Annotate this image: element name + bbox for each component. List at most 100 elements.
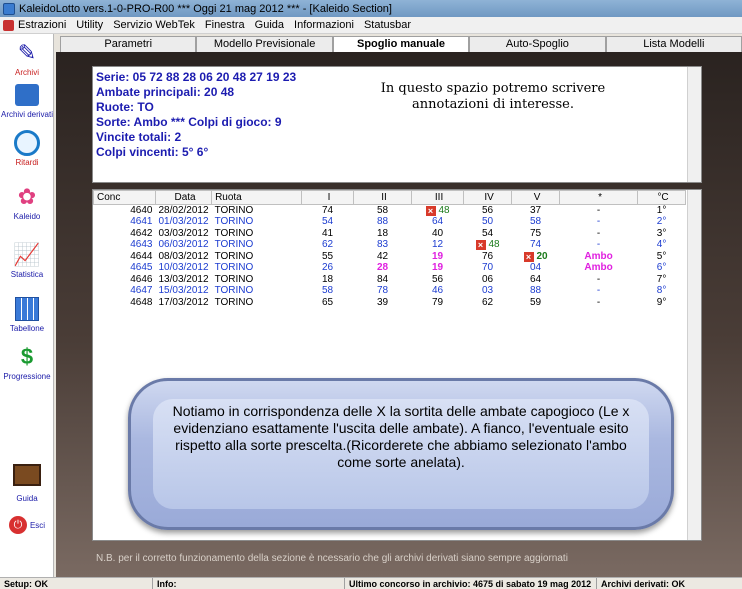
table-row[interactable]: 4642 03/03/2012 TORINO 41 18 40 54 75 - 3° <box>94 228 686 240</box>
tool-guida[interactable]: Guida <box>0 462 54 503</box>
cell-value: 18 <box>377 227 389 239</box>
menu-utility[interactable]: Utility <box>72 19 109 31</box>
cell-value: 03 <box>482 285 494 297</box>
tool-archivi-derivati[interactable]: Archivi derivati <box>0 82 54 119</box>
tool-guida-label: Guida <box>16 494 38 503</box>
cell-esito: - <box>560 205 638 216</box>
cell-data: 01/03/2012 <box>156 216 212 228</box>
cell-value: 54 <box>482 227 494 239</box>
menu-informazioni[interactable]: Informazioni <box>290 19 360 31</box>
cell-value: 17/03/2012 <box>158 296 209 308</box>
col-ii[interactable]: II <box>353 190 413 205</box>
cell-n2: 83 <box>354 239 412 251</box>
col-ruota[interactable]: Ruota <box>211 190 303 205</box>
grid-icon <box>13 296 41 322</box>
cell-value: 4645 <box>130 262 153 274</box>
menu-statusbar[interactable]: Statusbar <box>360 19 417 31</box>
cell-value: 4646 <box>130 273 153 285</box>
menu-guida[interactable]: Guida <box>251 19 290 31</box>
tool-progressione[interactable]: $ Progressione <box>0 344 54 381</box>
col-colpo[interactable]: °C <box>637 190 687 205</box>
notes-scrollbar[interactable] <box>687 67 701 182</box>
cell-n1: 55 <box>302 251 354 263</box>
cell-value: TORINO <box>214 296 254 308</box>
cell-n1: 74 <box>302 205 354 216</box>
cell-value: - <box>596 285 601 297</box>
table-row[interactable]: 4644 08/03/2012 TORINO 55 42 19 76 × 20 Ambo 5° <box>94 251 686 263</box>
tool-archivi-derivati-label: Archivi derivati <box>0 110 53 119</box>
cell-value: TORINO <box>214 205 254 216</box>
tool-tabellone[interactable]: Tabellone <box>0 296 54 333</box>
tab-parametri[interactable]: Parametri <box>60 36 197 52</box>
tab-lista-modelli[interactable]: Lista Modelli <box>605 36 742 52</box>
menu-finestra[interactable]: Finestra <box>201 19 251 31</box>
app-menu-icon[interactable] <box>3 19 14 31</box>
col-conc[interactable]: Conc <box>93 190 156 205</box>
title-bar: KaleidoLotto vers.1-0-PRO-R00 *** Oggi 2… <box>0 0 742 17</box>
cell-n2: 84 <box>354 274 412 286</box>
cell-n3: 46 <box>412 285 464 297</box>
cell-value: - <box>596 239 601 251</box>
cell-esito: - <box>560 228 638 240</box>
cell-conc: 4647 <box>94 285 156 297</box>
cell-n5: 75 <box>512 228 560 240</box>
cell-value: 12 <box>432 239 444 251</box>
table-row[interactable]: 4648 17/03/2012 TORINO 65 39 79 62 59 - 9° <box>94 297 686 309</box>
tool-esci[interactable]: ⏻ Esci <box>0 516 54 534</box>
table-row[interactable]: 4645 10/03/2012 TORINO 26 28 19 70 04 Ambo 6° <box>94 262 686 274</box>
cell-n4: 54 <box>464 228 512 240</box>
cell-esito: - <box>560 216 638 228</box>
col-data[interactable]: Data <box>154 190 213 205</box>
col-iv[interactable]: IV <box>463 190 513 205</box>
table-row[interactable]: 4646 13/03/2012 TORINO 18 84 56 06 64 - 7° <box>94 274 686 286</box>
tool-statistica[interactable]: 📈 Statistica <box>0 242 54 279</box>
cell-n3: 79 <box>412 297 464 309</box>
cell-n5: 04 <box>512 262 560 274</box>
cell-value: 41 <box>322 227 334 239</box>
cell-n2: 58 <box>354 205 412 216</box>
cell-value: TORINO <box>214 285 254 297</box>
status-bar: Setup: OK Info: Ultimo concorso in archi… <box>0 577 742 589</box>
status-derivati: Archivi derivati: OK <box>596 578 685 589</box>
tool-archivi[interactable]: ✎ Archivi <box>0 40 54 77</box>
cell-colpo: 3° <box>638 228 686 240</box>
grid-scrollbar[interactable] <box>687 190 701 540</box>
tool-kaleido[interactable]: ✿ Kaleido <box>0 184 54 221</box>
tab-auto-spoglio[interactable]: Auto-Spoglio <box>469 36 606 52</box>
table-row[interactable]: 4643 06/03/2012 TORINO 62 83 12 × 48 74 - 4° <box>94 239 686 251</box>
cell-value: - <box>596 216 601 228</box>
cell-n1: 26 <box>302 262 354 274</box>
cell-value: 6° <box>656 262 667 274</box>
table-row[interactable]: 4641 01/03/2012 TORINO 54 88 64 50 58 - 2° <box>94 216 686 228</box>
cell-n2: 78 <box>354 285 412 297</box>
app-icon <box>3 2 15 15</box>
cell-value: - <box>596 205 601 216</box>
chart-icon: 📈 <box>13 242 41 267</box>
table-row[interactable]: 4647 15/03/2012 TORINO 58 78 46 03 88 - 8° <box>94 285 686 297</box>
cell-value: 64 <box>432 216 444 228</box>
annotation-line-2: annotazioni di interesse. <box>412 97 574 112</box>
cell-n1: 65 <box>302 297 354 309</box>
menu-servizio-webtek[interactable]: Servizio WebTek <box>109 19 201 31</box>
cell-colpo: 7° <box>638 274 686 286</box>
col-i[interactable]: I <box>301 190 355 205</box>
cell-value: TORINO <box>214 227 254 239</box>
col-iii[interactable]: III <box>411 190 465 205</box>
tab-spoglio-manuale[interactable]: Spoglio manuale <box>332 36 470 52</box>
table-row[interactable]: 4640 28/02/2012 TORINO 74 58 × 48 56 37 - 1° <box>94 205 686 216</box>
tool-ritardi[interactable]: Ritardi <box>0 130 54 167</box>
cell-value: 62 <box>322 239 334 251</box>
cell-colpo: 4° <box>638 239 686 251</box>
cell-n5: 88 <box>512 285 560 297</box>
cell-value: Ambo <box>584 250 613 262</box>
cell-n1: 41 <box>302 228 354 240</box>
col-esito[interactable]: * <box>559 190 639 205</box>
cell-n3: 40 <box>412 228 464 240</box>
tab-modello-previsionale[interactable]: Modello Previsionale <box>196 36 333 52</box>
cell-value: 48 <box>488 239 500 251</box>
cell-value: 2° <box>656 216 667 228</box>
menu-estrazioni[interactable]: Estrazioni <box>14 19 72 31</box>
col-v[interactable]: V <box>511 190 561 205</box>
cell-value: 39 <box>377 296 389 308</box>
notes-textarea[interactable]: Serie: 05 72 88 28 06 20 48 27 19 23 Amb… <box>92 66 702 183</box>
